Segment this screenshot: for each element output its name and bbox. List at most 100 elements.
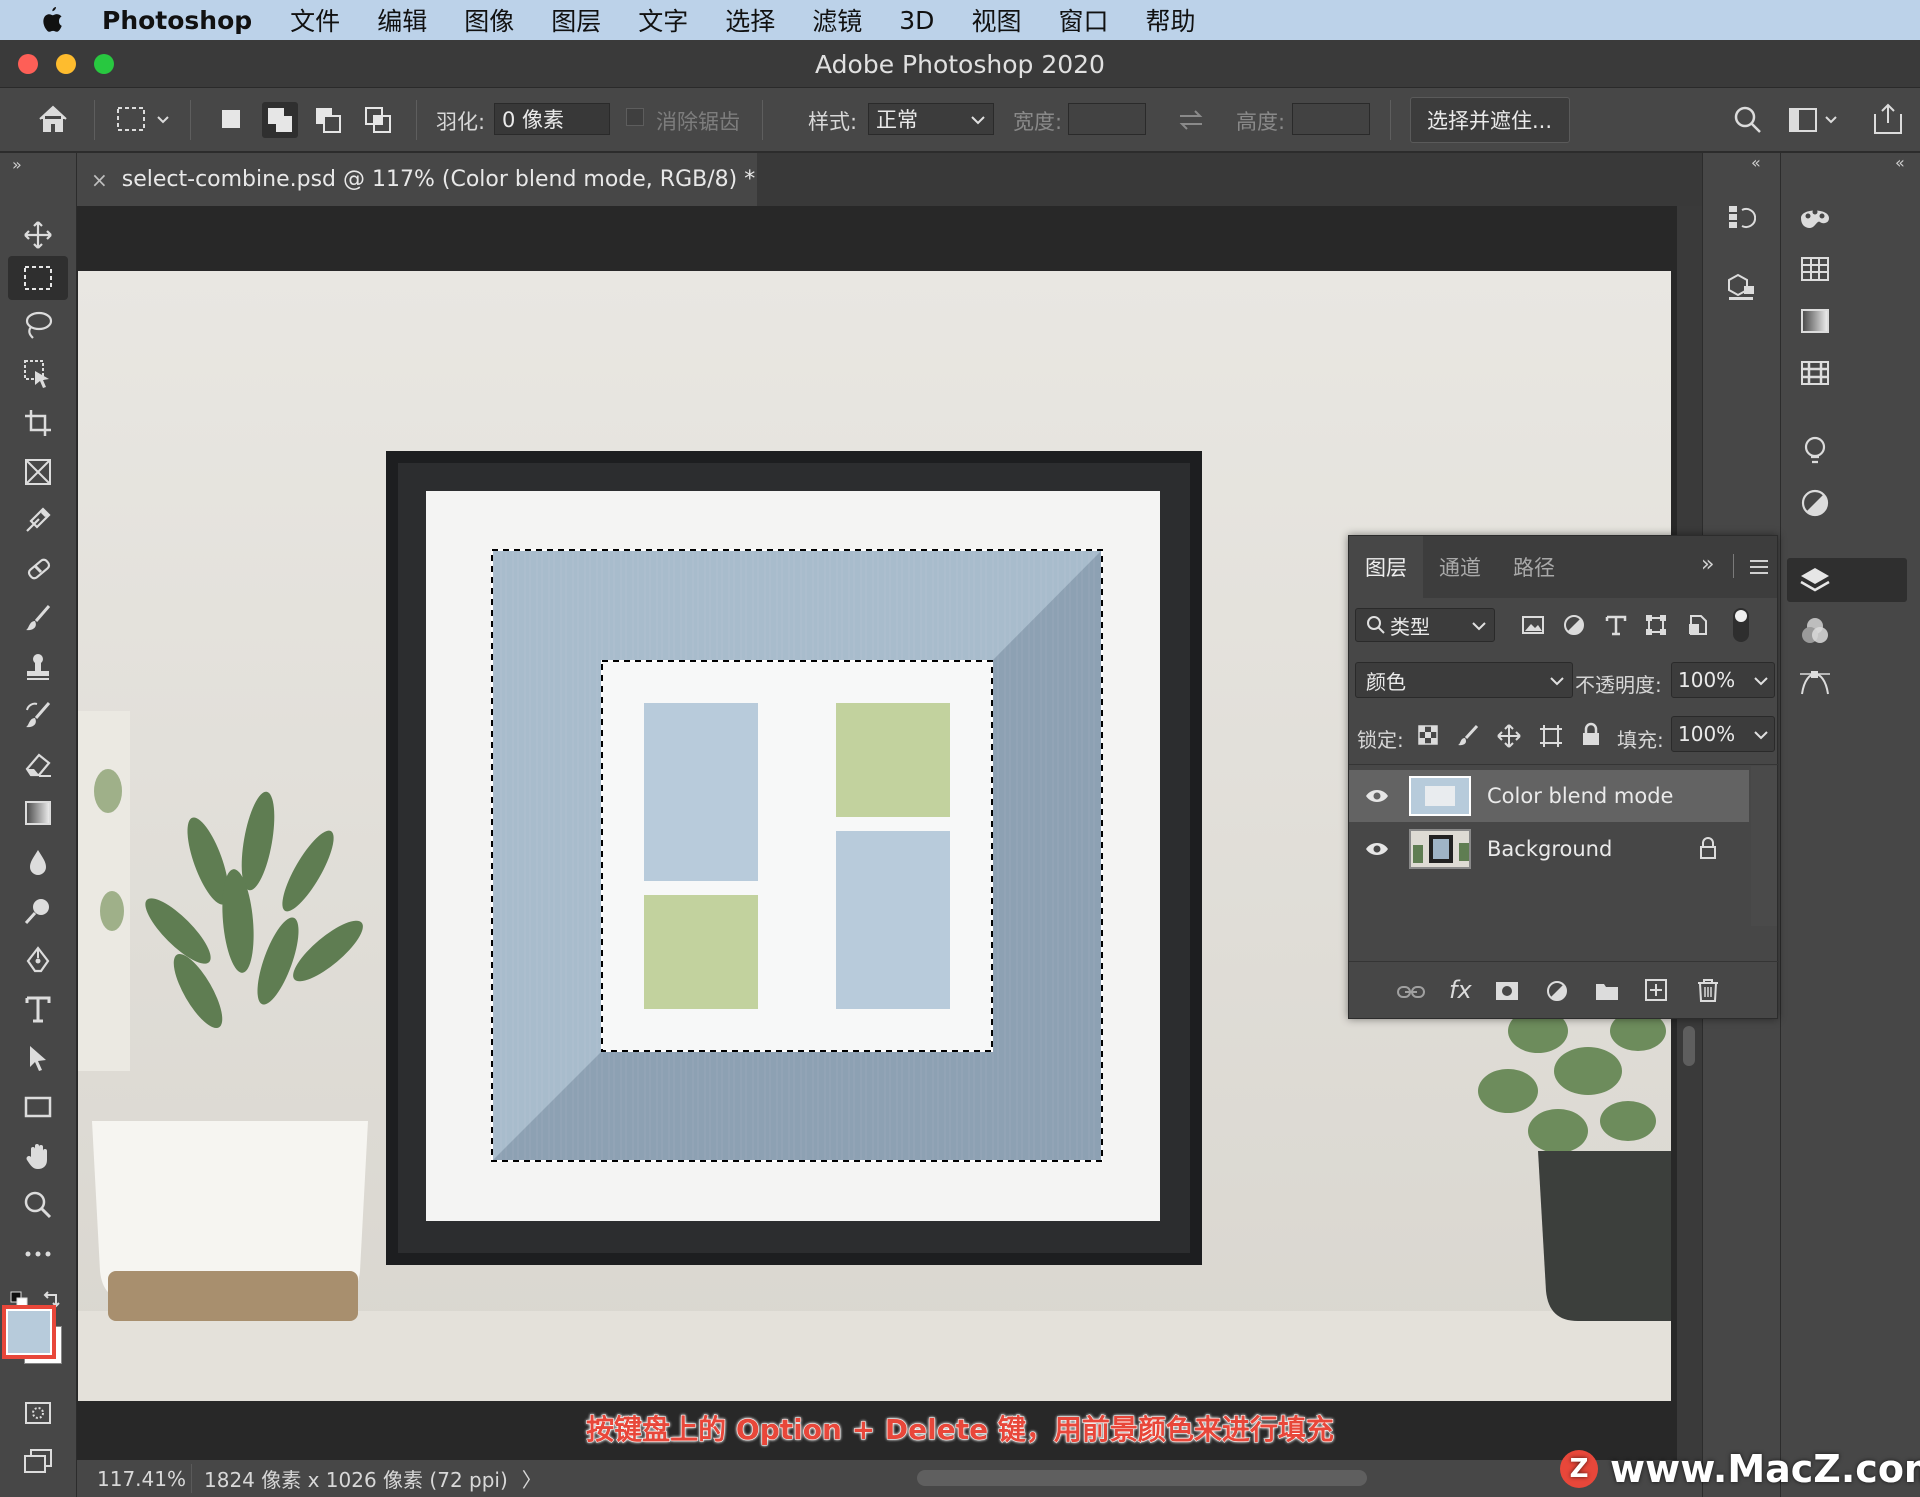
- patterns-panel-icon[interactable]: [1787, 351, 1843, 395]
- filter-toggle[interactable]: [1733, 608, 1749, 642]
- share-icon[interactable]: [1872, 102, 1904, 136]
- gradients-panel-icon[interactable]: [1787, 299, 1843, 343]
- eraser-tool-icon[interactable]: [8, 742, 68, 786]
- shape-layer-filter-icon[interactable]: [1645, 614, 1667, 640]
- new-fill-adjustment-icon[interactable]: [1545, 979, 1569, 1007]
- layers-scrollbar[interactable]: [1751, 766, 1777, 926]
- tab-channels[interactable]: 通道: [1423, 536, 1497, 598]
- foreground-color-swatch[interactable]: [2, 1305, 56, 1359]
- opacity-input[interactable]: 100%: [1671, 662, 1775, 698]
- swatches-panel-icon[interactable]: [1787, 247, 1843, 291]
- dodge-tool-icon[interactable]: [8, 889, 68, 933]
- feather-input[interactable]: 0 像素: [494, 103, 610, 135]
- expand-tools-icon[interactable]: »: [12, 155, 22, 174]
- pen-tool-icon[interactable]: [8, 938, 68, 982]
- add-to-selection-icon[interactable]: [262, 102, 298, 138]
- menu-3d[interactable]: 3D: [899, 6, 934, 35]
- menu-select[interactable]: 选择: [725, 2, 775, 38]
- fill-input[interactable]: 100%: [1671, 716, 1775, 752]
- layer-style-fx-icon[interactable]: fx: [1449, 976, 1472, 1004]
- chevron-down-icon[interactable]: [1754, 676, 1768, 686]
- new-selection-icon[interactable]: [220, 108, 242, 130]
- new-layer-icon[interactable]: [1645, 979, 1667, 1005]
- learn-panel-icon[interactable]: [1787, 429, 1843, 473]
- lock-position-icon[interactable]: [1497, 724, 1521, 752]
- color-panel-icon[interactable]: [1787, 195, 1843, 239]
- more-tools-icon[interactable]: [8, 1232, 68, 1276]
- crop-tool-icon[interactable]: [8, 401, 68, 445]
- history-panel-icon[interactable]: [1713, 195, 1769, 239]
- object-selection-tool-icon[interactable]: [8, 352, 68, 396]
- layers-panel-icon[interactable]: [1787, 558, 1907, 602]
- horizontal-scroll-thumb[interactable]: [917, 1470, 1367, 1486]
- path-selection-tool-icon[interactable]: [8, 1036, 68, 1080]
- gradient-tool-icon[interactable]: [8, 791, 68, 835]
- new-group-icon[interactable]: [1595, 980, 1619, 1006]
- rectangle-tool-icon[interactable]: [8, 1085, 68, 1129]
- panel-menu-icon[interactable]: [1749, 557, 1769, 581]
- lock-transparent-pixels-icon[interactable]: [1417, 724, 1439, 750]
- filter-type-select[interactable]: 类型: [1355, 608, 1495, 642]
- menu-layer[interactable]: 图层: [551, 2, 601, 38]
- status-menu-arrow-icon[interactable]: 〉: [522, 1464, 542, 1493]
- zoom-level[interactable]: 117.41%: [97, 1467, 187, 1491]
- blur-tool-icon[interactable]: [8, 840, 68, 884]
- layer-row-background[interactable]: Background: [1349, 823, 1749, 875]
- move-tool-icon[interactable]: [8, 213, 68, 257]
- zoom-tool-icon[interactable]: [8, 1183, 68, 1227]
- rectangular-marquee-tool-icon[interactable]: [8, 256, 68, 300]
- frame-tool-icon[interactable]: [8, 450, 68, 494]
- home-icon[interactable]: [36, 102, 70, 136]
- adjustment-layer-filter-icon[interactable]: [1563, 614, 1585, 640]
- eye-icon[interactable]: [1365, 788, 1389, 804]
- swap-width-height-icon[interactable]: [1176, 108, 1206, 132]
- workspace-icon[interactable]: [1788, 106, 1844, 134]
- menu-type[interactable]: 文字: [638, 2, 688, 38]
- menu-edit[interactable]: 编辑: [377, 2, 427, 38]
- menu-image[interactable]: 图像: [464, 2, 514, 38]
- intersect-selection-icon[interactable]: [364, 106, 392, 134]
- search-icon[interactable]: [1732, 104, 1764, 136]
- tab-layers[interactable]: 图层: [1349, 536, 1423, 598]
- collapse-dock-2-icon[interactable]: «: [1895, 153, 1905, 172]
- add-mask-icon[interactable]: [1495, 980, 1519, 1006]
- lock-all-icon[interactable]: [1581, 722, 1601, 750]
- 3d-panel-icon[interactable]: [1713, 265, 1769, 309]
- document-tab[interactable]: × select-combine.psd @ 117% (Color blend…: [77, 153, 757, 206]
- menu-help[interactable]: 帮助: [1145, 2, 1195, 38]
- width-input[interactable]: [1068, 103, 1146, 135]
- select-and-mask-button[interactable]: 选择并遮住...: [1410, 97, 1570, 143]
- type-tool-icon[interactable]: [8, 987, 68, 1031]
- menu-filter[interactable]: 滤镜: [812, 2, 862, 38]
- delete-layer-icon[interactable]: [1697, 978, 1719, 1006]
- menu-file[interactable]: 文件: [290, 2, 340, 38]
- history-brush-tool-icon[interactable]: [8, 693, 68, 737]
- eyedropper-tool-icon[interactable]: [8, 498, 68, 542]
- apple-icon[interactable]: [38, 5, 74, 35]
- chevron-down-icon[interactable]: [1754, 730, 1768, 740]
- menu-window[interactable]: 窗口: [1058, 2, 1108, 38]
- eye-icon[interactable]: [1365, 841, 1389, 857]
- brush-tool-icon[interactable]: [8, 596, 68, 640]
- menu-view[interactable]: 视图: [971, 2, 1021, 38]
- layer-name[interactable]: Background: [1487, 837, 1612, 861]
- collapse-dock-icon[interactable]: «: [1751, 153, 1761, 172]
- lock-image-pixels-icon[interactable]: [1457, 724, 1479, 750]
- lock-artboard-icon[interactable]: [1539, 724, 1563, 752]
- hand-tool-icon[interactable]: [8, 1134, 68, 1178]
- lasso-tool-icon[interactable]: [8, 303, 68, 347]
- style-select[interactable]: 正常: [868, 103, 994, 135]
- smart-object-filter-icon[interactable]: [1687, 614, 1709, 640]
- pixel-layer-filter-icon[interactable]: [1521, 614, 1545, 640]
- channels-panel-icon[interactable]: [1787, 609, 1843, 653]
- height-input[interactable]: [1292, 103, 1370, 135]
- paths-panel-icon[interactable]: [1787, 661, 1843, 705]
- blend-mode-select[interactable]: 颜色: [1355, 662, 1573, 698]
- marquee-preset-icon[interactable]: [116, 106, 172, 134]
- link-layers-icon[interactable]: [1397, 984, 1425, 1004]
- antialias-checkbox[interactable]: [626, 108, 644, 126]
- subtract-from-selection-icon[interactable]: [314, 106, 342, 134]
- layer-row-color-blend-mode[interactable]: Color blend mode: [1349, 770, 1749, 822]
- collapse-panel-icon[interactable]: »: [1701, 552, 1714, 577]
- clone-stamp-tool-icon[interactable]: [8, 645, 68, 689]
